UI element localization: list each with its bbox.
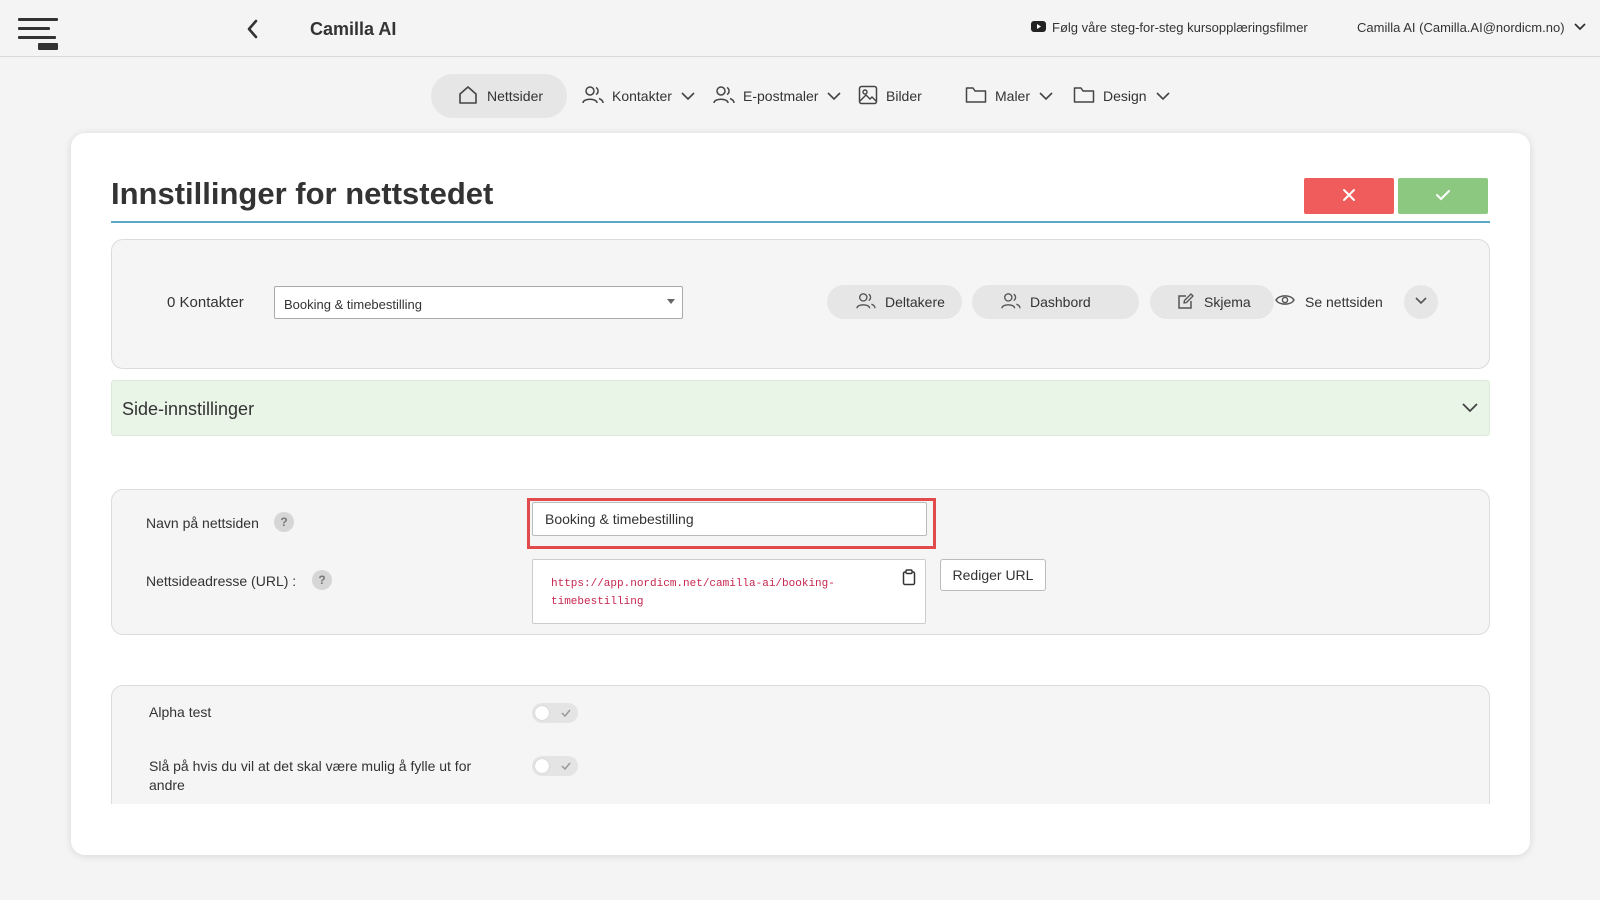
eye-icon — [1275, 293, 1295, 310]
nav-item-label: Kontakter — [612, 88, 672, 104]
chevron-down-icon — [1038, 88, 1054, 104]
view-site-label: Se nettsiden — [1305, 293, 1383, 310]
page-settings-accordion[interactable]: Side-innstillinger — [111, 380, 1490, 436]
nav-item-label: Design — [1103, 88, 1147, 104]
toggle-knob — [535, 706, 549, 720]
contacts-count: 0 Kontakter — [167, 294, 244, 311]
users-icon — [713, 85, 735, 108]
fill-for-others-label: Slå på hvis du vil at det skal være muli… — [149, 758, 472, 793]
settings-card: Innstillinger for nettstedet 0 Kontakter… — [71, 133, 1530, 855]
participants-label: Deltakere — [885, 294, 945, 310]
page-title: Innstillinger for nettstedet — [111, 176, 494, 211]
back-icon[interactable] — [243, 18, 263, 40]
tutorial-link[interactable]: Følg våre steg-for-steg kursopplæringsfi… — [1031, 20, 1308, 35]
user-menu[interactable]: Camilla AI (Camilla.AI@nordicm.no) — [1357, 20, 1587, 35]
nav-item-maler[interactable]: Maler — [965, 74, 1054, 118]
home-icon — [457, 84, 479, 109]
chevron-down-icon — [1155, 88, 1171, 104]
top-bar: Camilla AI Følg våre steg-for-steg kurso… — [0, 0, 1600, 57]
close-icon — [1342, 188, 1356, 205]
check-icon — [1435, 189, 1451, 204]
chevron-down-icon — [680, 88, 696, 104]
nav-item-bilder[interactable]: Bilder — [858, 74, 922, 118]
check-icon — [560, 706, 572, 724]
dashboard-button[interactable]: Dashbord — [972, 285, 1139, 319]
dashboard-label: Dashbord — [1030, 294, 1091, 310]
app-title: Camilla AI — [310, 19, 397, 39]
nav-item-label: Maler — [995, 88, 1031, 104]
participants-button[interactable]: Deltakere — [827, 285, 962, 319]
folder-icon — [1073, 86, 1095, 107]
site-select-value: Booking & timebestilling — [284, 297, 423, 312]
edit-url-button[interactable]: Rediger URL — [940, 559, 1046, 591]
tutorial-link-label: Følg våre steg-for-steg kursopplæringsfi… — [1052, 20, 1308, 35]
chevron-down-icon — [1461, 401, 1479, 419]
nav-item-kontakter[interactable]: Kontakter — [582, 74, 696, 118]
fill-for-others-toggle[interactable] — [532, 756, 578, 776]
check-icon — [560, 759, 572, 777]
chevron-down-icon — [1414, 293, 1428, 311]
nav-item-label: Bilder — [886, 88, 922, 104]
chevron-down-icon — [826, 88, 842, 104]
site-url-box: https://app.nordicm.net/camilla-ai/booki… — [532, 559, 926, 624]
users-icon — [1001, 292, 1021, 313]
confirm-button[interactable] — [1398, 178, 1488, 214]
youtube-icon — [1031, 20, 1046, 35]
help-icon[interactable]: ? — [312, 570, 332, 590]
card-footer — [71, 804, 1530, 855]
edit-icon — [1177, 292, 1195, 313]
image-icon — [858, 85, 878, 108]
form-button[interactable]: Skjema — [1150, 285, 1274, 319]
folder-icon — [965, 86, 987, 107]
users-icon — [856, 292, 876, 313]
toggle-knob — [535, 759, 549, 773]
menu-icon[interactable] — [18, 16, 60, 54]
more-options-button[interactable] — [1404, 285, 1438, 319]
site-url-value: https://app.nordicm.net/camilla-ai/booki… — [551, 578, 835, 608]
nav-item-label: E-postmaler — [743, 88, 819, 104]
alpha-test-label: Alpha test — [149, 704, 212, 720]
users-icon — [582, 85, 604, 108]
nav-item-e-postmaler[interactable]: E-postmaler — [713, 74, 842, 118]
accordion-title: Side-innstillinger — [122, 399, 255, 419]
user-name: Camilla AI (Camilla.AI@nordicm.no) — [1357, 20, 1565, 35]
alpha-test-toggle[interactable] — [532, 703, 578, 723]
chevron-down-icon — [1573, 20, 1587, 35]
site-name-label: Navn på nettsiden — [146, 515, 259, 531]
caret-down-icon — [667, 299, 675, 304]
form-label: Skjema — [1204, 294, 1251, 310]
site-settings-panel: Navn på nettsiden ? Nettsideadresse (URL… — [111, 489, 1490, 635]
main-nav: Nettsider Kontakter E-postmaler Bilder M… — [0, 74, 1600, 120]
clipboard-icon[interactable] — [902, 569, 916, 591]
site-select[interactable]: Booking & timebestilling — [274, 286, 683, 319]
nav-item-design[interactable]: Design — [1073, 74, 1171, 118]
title-divider — [111, 221, 1490, 223]
view-site-link[interactable]: Se nettsiden — [1275, 293, 1383, 310]
site-name-input[interactable] — [532, 502, 927, 536]
site-url-label: Nettsideadresse (URL) : — [146, 573, 297, 589]
nav-item-nettsider[interactable]: Nettsider — [431, 74, 568, 118]
nav-item-label: Nettsider — [487, 88, 544, 104]
site-toolbar: 0 Kontakter Booking & timebestilling Del… — [111, 239, 1490, 369]
help-icon[interactable]: ? — [274, 512, 294, 532]
cancel-button[interactable] — [1304, 178, 1394, 214]
